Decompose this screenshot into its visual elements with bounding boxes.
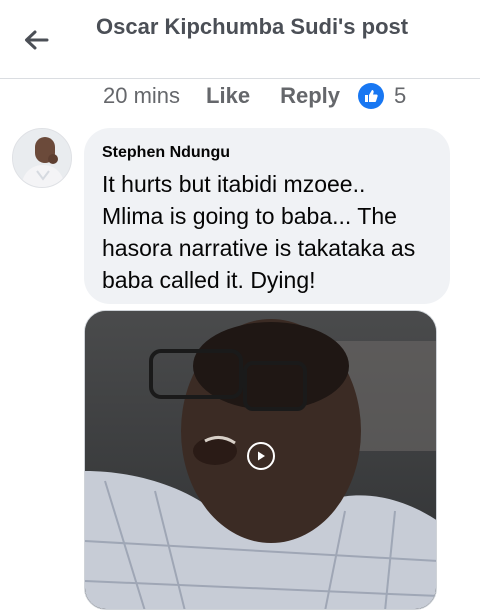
reply-button[interactable]: Reply — [280, 83, 340, 109]
comment-timestamp: 20 mins — [103, 83, 181, 108]
comment-author[interactable]: Stephen Ndungu — [102, 142, 432, 164]
comment-actions: 20 mins Like Reply 5 — [103, 81, 406, 111]
back-button[interactable] — [18, 22, 54, 58]
video-attachment[interactable] — [84, 310, 437, 610]
comment-bubble: Stephen Ndungu It hurts but itabidi mzoe… — [84, 128, 450, 304]
avatar[interactable] — [12, 128, 72, 188]
reaction-count[interactable]: 5 — [394, 83, 406, 109]
like-button[interactable]: Like — [206, 83, 250, 109]
play-icon[interactable] — [247, 442, 275, 470]
arrow-left-icon — [25, 30, 49, 50]
page-title: Oscar Kipchumba Sudi's post — [96, 14, 409, 39]
post-header: Oscar Kipchumba Sudi's post — [0, 0, 480, 79]
thumbs-up-icon[interactable] — [358, 83, 384, 109]
comment-text: It hurts but itabidi mzoee.. Mlima is go… — [102, 171, 416, 293]
avatar-image — [13, 129, 71, 187]
